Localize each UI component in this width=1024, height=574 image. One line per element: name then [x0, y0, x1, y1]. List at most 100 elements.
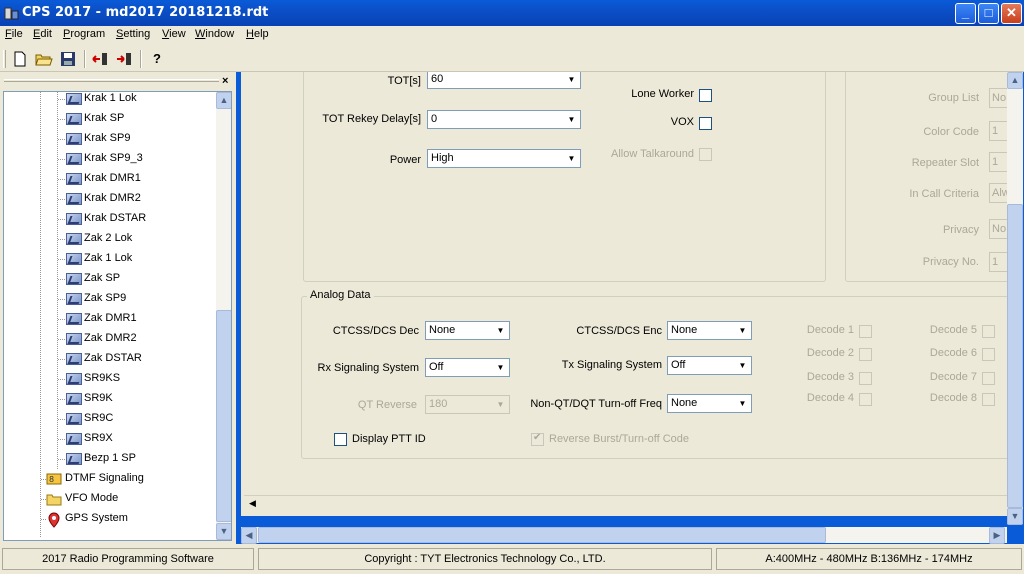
non-qt-turnoff-select[interactable]: None ▼: [667, 394, 752, 413]
color-code-field[interactable]: 1: [989, 121, 1007, 141]
in-call-criteria-field[interactable]: Alw: [989, 183, 1007, 203]
repeater-slot-field[interactable]: 1: [989, 152, 1007, 172]
close-button[interactable]: ✕: [1001, 3, 1022, 24]
minimize-button[interactable]: _: [955, 3, 976, 24]
tree-item-folder[interactable]: 8 DTMF Signaling: [4, 469, 214, 489]
vox-checkbox[interactable]: [699, 117, 712, 130]
tree-item-folder[interactable]: GPS System: [4, 509, 214, 529]
channel-tree[interactable]: Krak 1 Lok Krak SP Krak SP9 Krak SP9_3 Krak …: [3, 91, 232, 541]
form-hscrollbar[interactable]: ◀: [244, 495, 1007, 513]
scroll-down-icon[interactable]: ▼: [216, 523, 231, 540]
decode-checkbox[interactable]: [859, 348, 872, 361]
chevron-down-icon[interactable]: ▼: [735, 323, 750, 338]
ctcss-enc-select[interactable]: None ▼: [667, 321, 752, 340]
tree-scrollbar[interactable]: ▲ ▼: [216, 92, 231, 540]
tree-item-channel[interactable]: Zak SP9: [4, 289, 214, 309]
scroll-down-icon[interactable]: ▼: [1007, 508, 1023, 525]
open-folder-icon[interactable]: [33, 49, 55, 69]
tree-item-channel[interactable]: Zak DMR2: [4, 329, 214, 349]
tx-signaling-select[interactable]: Off ▼: [667, 356, 752, 375]
tree-item-channel[interactable]: Krak DMR2: [4, 189, 214, 209]
tree-item-folder[interactable]: VFO Mode: [4, 489, 214, 509]
tree-item-channel[interactable]: Krak SP9: [4, 129, 214, 149]
tree-item-channel[interactable]: Krak 1 Lok: [4, 92, 214, 109]
reverse-burst-checkbox[interactable]: ✔: [531, 432, 544, 446]
tree-item-channel[interactable]: Bezp 1 SP: [4, 449, 214, 469]
menu-program[interactable]: Program: [63, 28, 105, 40]
maximize-button[interactable]: □: [978, 3, 999, 24]
qt-reverse-select[interactable]: 180 ▼: [425, 395, 510, 414]
tree-item-channel[interactable]: Zak 1 Lok: [4, 249, 214, 269]
tot-select[interactable]: 60 ▼: [427, 72, 581, 89]
privacy-field[interactable]: No: [989, 219, 1007, 239]
chevron-down-icon[interactable]: ▼: [564, 112, 579, 127]
menu-view[interactable]: View: [162, 28, 186, 40]
tree-close-icon[interactable]: ×: [222, 75, 228, 87]
menu-help[interactable]: Help: [246, 28, 269, 40]
mdi-hscrollbar[interactable]: ◀ ▶: [241, 527, 1007, 544]
tree-item-channel[interactable]: Zak DSTAR: [4, 349, 214, 369]
menu-setting[interactable]: Setting: [116, 28, 150, 40]
scroll-up-icon[interactable]: ▲: [216, 92, 231, 109]
decode-checkbox[interactable]: [982, 372, 995, 385]
decode-checkbox[interactable]: [982, 325, 995, 338]
chevron-down-icon[interactable]: ▼: [493, 360, 508, 375]
read-radio-icon[interactable]: [90, 49, 112, 69]
ctcss-dec-select[interactable]: None ▼: [425, 321, 510, 340]
decode-checkbox[interactable]: [982, 348, 995, 361]
decode-checkbox[interactable]: [859, 372, 872, 385]
tree-item-channel[interactable]: Krak DSTAR: [4, 209, 214, 229]
tree-item-channel[interactable]: SR9C: [4, 409, 214, 429]
chevron-down-icon[interactable]: ▼: [493, 323, 508, 338]
mdi-vscroll-thumb[interactable]: [1007, 204, 1023, 508]
tree-item-channel[interactable]: SR9X: [4, 429, 214, 449]
menu-edit[interactable]: Edit: [33, 28, 52, 40]
chevron-down-icon[interactable]: ▼: [564, 72, 579, 87]
help-icon[interactable]: ?: [146, 49, 168, 69]
tree-item-channel[interactable]: Zak 2 Lok: [4, 229, 214, 249]
tree-item-channel[interactable]: Zak SP: [4, 269, 214, 289]
scroll-up-icon[interactable]: ▲: [1007, 72, 1023, 89]
decode-checkbox[interactable]: [859, 325, 872, 338]
decode-checkbox[interactable]: [982, 393, 995, 406]
tree-item-channel[interactable]: SR9KS: [4, 369, 214, 389]
tree-item-label: Zak DMR2: [84, 332, 137, 344]
chevron-down-icon[interactable]: ▼: [735, 396, 750, 411]
save-icon[interactable]: [57, 49, 79, 69]
allow-talkaround-checkbox[interactable]: [699, 148, 712, 161]
power-select[interactable]: High ▼: [427, 149, 581, 168]
tot-rekey-label: TOT Rekey Delay[s]: [322, 113, 421, 125]
mdi-hscroll-thumb[interactable]: [258, 527, 826, 543]
privacy-no-field[interactable]: 1: [989, 252, 1007, 272]
mdi-vscrollbar[interactable]: ▲ ▼: [1007, 72, 1023, 525]
decode-label: Decode 5: [929, 324, 977, 336]
tree-item-channel[interactable]: Krak SP: [4, 109, 214, 129]
new-file-icon[interactable]: [9, 49, 31, 69]
menu-window[interactable]: Window: [195, 28, 234, 40]
tree-item-channel[interactable]: SR9K: [4, 389, 214, 409]
tree-item-channel[interactable]: Krak SP9_3: [4, 149, 214, 169]
group-list-field[interactable]: No: [989, 88, 1007, 108]
chevron-down-icon[interactable]: ▼: [564, 151, 579, 166]
chevron-down-icon[interactable]: ▼: [735, 358, 750, 373]
write-radio-icon[interactable]: [114, 49, 136, 69]
decode-checkbox[interactable]: [859, 393, 872, 406]
channel-icon: [66, 453, 82, 465]
menu-file[interactable]: File: [5, 28, 23, 40]
digital-group: [303, 72, 826, 282]
lone-worker-checkbox[interactable]: [699, 89, 712, 102]
tree-item-channel[interactable]: Zak DMR1: [4, 309, 214, 329]
channel-icon: [66, 153, 82, 165]
scroll-right-icon[interactable]: ▶: [989, 527, 1005, 544]
tree-scroll-thumb[interactable]: [216, 310, 231, 522]
scroll-left-icon[interactable]: ◀: [241, 527, 257, 544]
scroll-left-icon[interactable]: ◀: [249, 498, 256, 509]
channel-icon: [66, 113, 82, 125]
toolbar-grip[interactable]: [3, 50, 6, 68]
title-bar[interactable]: CPS 2017 - md2017 20181218.rdt _ □ ✕: [0, 0, 1024, 26]
rx-signaling-select[interactable]: Off ▼: [425, 358, 510, 377]
tot-rekey-select[interactable]: 0 ▼: [427, 110, 581, 129]
display-ptt-id-checkbox[interactable]: [334, 433, 347, 446]
tree-header: ×: [0, 75, 236, 90]
tree-item-channel[interactable]: Krak DMR1: [4, 169, 214, 189]
